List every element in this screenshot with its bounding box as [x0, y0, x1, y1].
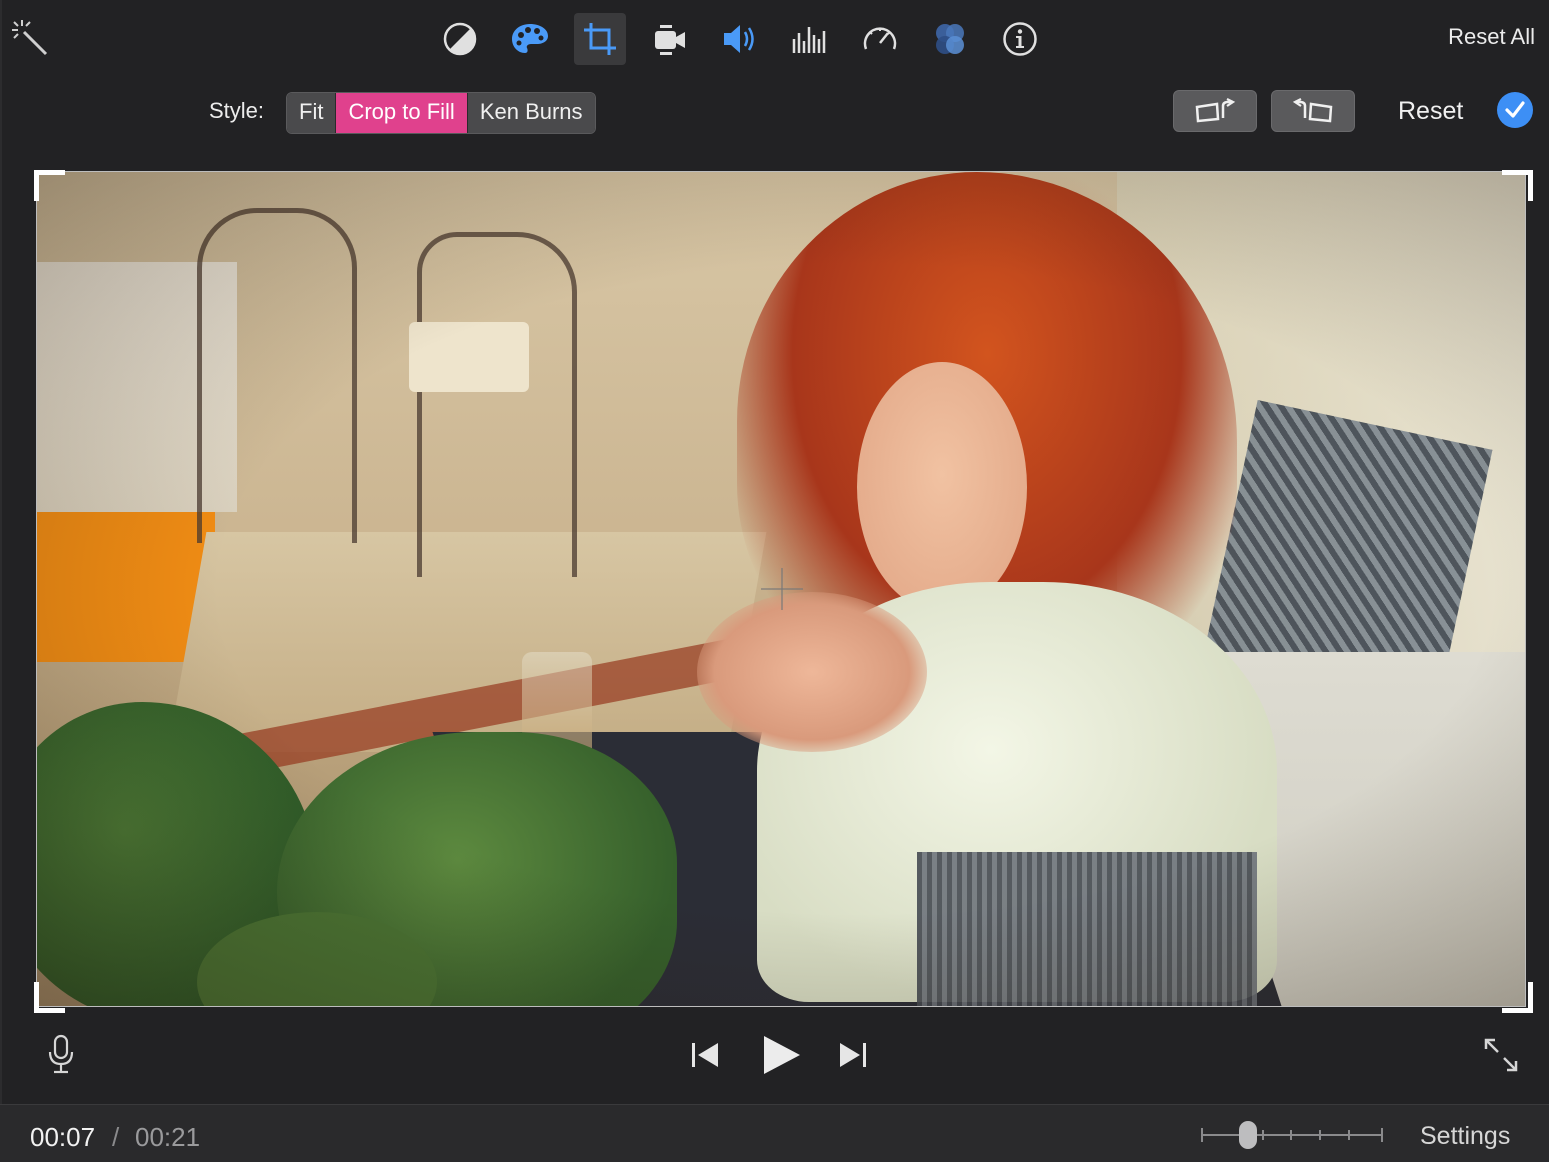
- rotate-right-icon: [1292, 98, 1333, 123]
- crop-style-segmented-control: Fit Crop to Fill Ken Burns: [286, 92, 596, 134]
- rotate-clockwise-button[interactable]: [1271, 90, 1355, 132]
- info-icon[interactable]: [994, 13, 1046, 65]
- skip-to-start-icon[interactable]: [690, 1040, 722, 1075]
- viewer-panel: Reset All Style: Fit Crop to Fill Ken Bu…: [0, 0, 1549, 1104]
- fullscreen-expand-icon[interactable]: [1482, 1036, 1520, 1079]
- apply-checkmark-button[interactable]: [1497, 92, 1533, 128]
- crop-handle-bottom-left[interactable]: [34, 982, 65, 1013]
- style-option-ken-burns[interactable]: Ken Burns: [467, 93, 595, 133]
- crop-center-crosshair-icon: [761, 568, 803, 610]
- style-option-fit[interactable]: Fit: [287, 93, 337, 133]
- skip-to-end-icon[interactable]: [836, 1040, 868, 1075]
- crop-icon[interactable]: [574, 13, 626, 65]
- color-balance-icon[interactable]: [434, 13, 486, 65]
- style-label: Style:: [209, 98, 265, 123]
- timecode-separator: /: [112, 1122, 120, 1152]
- zoom-slider-knob[interactable]: [1239, 1121, 1257, 1149]
- video-camera-icon[interactable]: [644, 13, 696, 65]
- rotate-counterclockwise-button[interactable]: [1173, 90, 1257, 132]
- settings-button[interactable]: Settings: [1420, 1122, 1510, 1151]
- checkmark-icon: [1505, 101, 1525, 118]
- filter-circles-icon[interactable]: [924, 13, 976, 65]
- microphone-icon[interactable]: [46, 1034, 76, 1081]
- play-icon[interactable]: [760, 1034, 802, 1081]
- video-preview[interactable]: [37, 172, 1525, 1006]
- timeline-zoom-slider[interactable]: [1200, 1119, 1384, 1151]
- palette-icon[interactable]: [504, 13, 556, 65]
- crop-handle-top-left[interactable]: [34, 170, 65, 201]
- timecode-bar: 00:07 / 00:21 Settings: [0, 1104, 1549, 1162]
- magic-wand-icon[interactable]: [10, 18, 50, 58]
- crop-handle-top-right[interactable]: [1502, 170, 1533, 201]
- adjustments-toolbar: Reset All: [2, 0, 1549, 76]
- rotate-left-icon: [1195, 98, 1236, 123]
- current-timecode: 00:07: [30, 1122, 96, 1152]
- reset-button[interactable]: Reset: [1398, 97, 1463, 126]
- speaker-icon[interactable]: [714, 13, 766, 65]
- reset-all-button[interactable]: Reset All: [1448, 24, 1535, 50]
- speedometer-icon[interactable]: [854, 13, 906, 65]
- equalizer-icon[interactable]: [784, 13, 836, 65]
- total-duration: 00:21: [135, 1122, 201, 1152]
- style-option-crop-to-fill[interactable]: Crop to Fill: [336, 93, 468, 133]
- crop-handle-bottom-right[interactable]: [1502, 982, 1533, 1013]
- crop-style-row: Style: Fit Crop to Fill Ken Burns Reset: [2, 90, 1549, 134]
